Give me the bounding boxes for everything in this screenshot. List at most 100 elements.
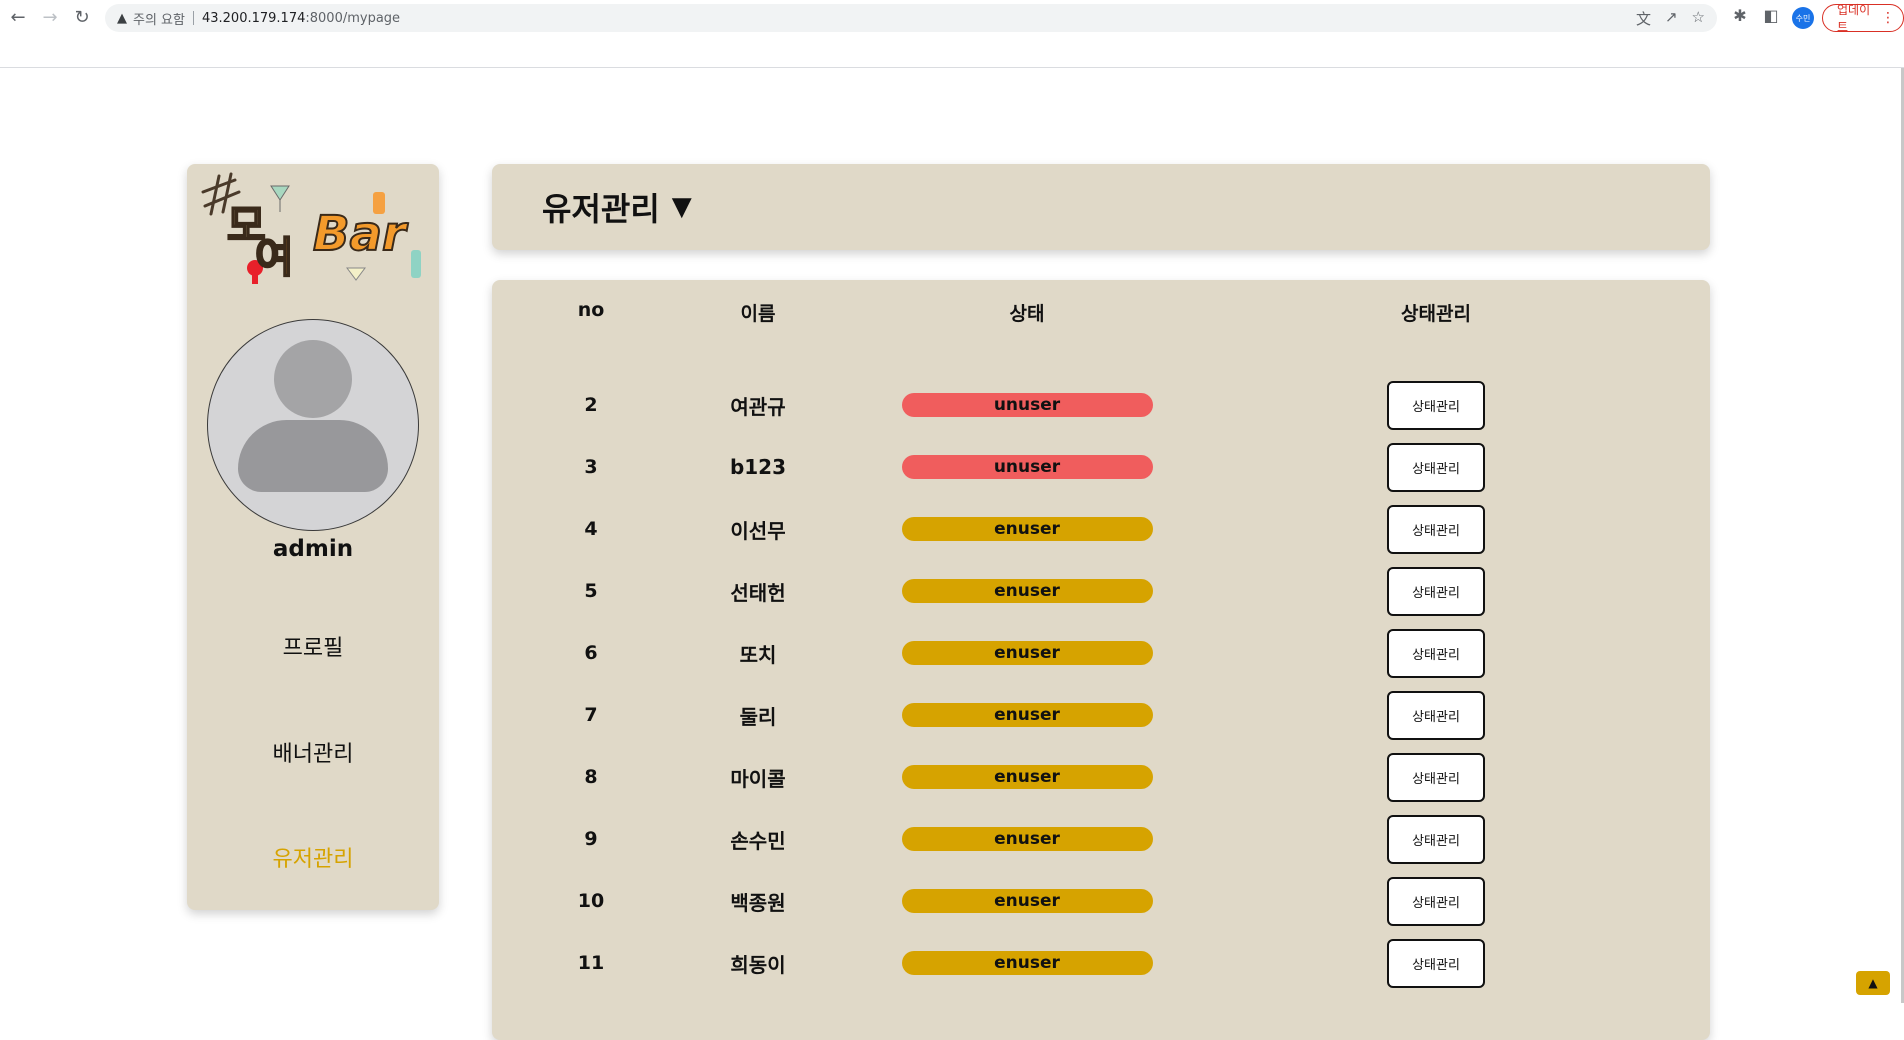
row-manage-cell: 상태관리 [1386,690,1486,740]
column-header-manage: 상태관리 [1401,303,1471,325]
table-row: 4 이선무 enuser 상태관리 [492,504,1710,556]
sidebar: 모 여 Bar admin 프로필 배너관리 유저관리 [187,164,439,910]
translate-icon[interactable]: 文 [1636,8,1651,29]
row-name: 또치 [739,642,777,667]
back-icon[interactable]: ← [6,6,30,30]
address-bar-actions: 文 ↗ ☆ [1636,8,1705,29]
avatar-body-shape [238,420,388,492]
row-manage-cell: 상태관리 [1386,938,1486,988]
manage-status-button[interactable]: 상태관리 [1387,628,1485,678]
row-no: 10 [577,890,605,912]
manage-status-button[interactable]: 상태관리 [1387,380,1485,430]
status-badge: unuser [901,455,1153,479]
row-state-cell: enuser [901,938,1153,988]
page-title: 유저관리 [542,190,660,228]
status-badge: enuser [901,889,1153,913]
scroll-to-top-button[interactable]: ▲ [1856,971,1890,995]
manage-status-button[interactable]: 상태관리 [1387,690,1485,740]
sidebar-item-user-management[interactable]: 유저관리 [187,841,439,873]
update-label: 업데이트 [1837,3,1871,34]
sidebar-item-banner[interactable]: 배너관리 [187,736,439,768]
row-no: 8 [584,766,598,788]
status-badge: enuser [901,517,1153,541]
column-header-name: 이름 [740,303,776,325]
row-no: 11 [577,952,605,974]
table-row: 8 마이콜 enuser 상태관리 [492,752,1710,804]
sidebar-item-profile[interactable]: 프로필 [187,630,439,662]
status-badge: enuser [901,703,1153,727]
row-state-cell: enuser [901,628,1153,678]
row-no: 2 [584,394,598,416]
row-no: 4 [584,518,598,540]
row-state-cell: enuser [901,504,1153,554]
row-state-cell: unuser [901,442,1153,492]
row-no: 3 [584,456,598,478]
address-bar[interactable]: ▲ 주의 요함 43.200.179.174:8000/mypage 文 ↗ ☆ [105,4,1717,32]
share-icon[interactable]: ↗ [1665,8,1678,29]
status-badge: enuser [901,951,1153,975]
profile-avatar[interactable]: 수민 [1792,7,1814,29]
manage-status-button[interactable]: 상태관리 [1387,566,1485,616]
row-manage-cell: 상태관리 [1386,628,1486,678]
side-panel-icon[interactable]: ◧ [1760,6,1782,25]
row-manage-cell: 상태관리 [1386,876,1486,926]
table-row: 11 희동이 enuser 상태관리 [492,938,1710,990]
svg-text:Bar: Bar [313,206,409,262]
section-title-toggle[interactable]: 유저관리 ▼ [542,184,692,230]
row-no: 6 [584,642,598,664]
table-row: 5 선태헌 enuser 상태관리 [492,566,1710,618]
row-state-cell: enuser [901,690,1153,740]
row-manage-cell: 상태관리 [1386,566,1486,616]
browser-toolbar: ← → ↻ ▲ 주의 요함 43.200.179.174:8000/mypage… [0,0,1904,68]
bookmark-star-icon[interactable]: ☆ [1692,8,1705,29]
url-host: 43.200.179.174 [201,10,306,26]
address-divider [192,11,194,25]
row-manage-cell: 상태관리 [1386,814,1486,864]
manage-status-button[interactable]: 상태관리 [1387,442,1485,492]
user-table: no 이름 상태 상태관리 2 여관규 unuser 상태관리 3 b123 u… [492,280,1710,1040]
sidebar-username: admin [272,536,354,562]
status-badge: enuser [901,827,1153,851]
avatar-head-shape [274,340,352,418]
manage-status-button[interactable]: 상태관리 [1387,752,1485,802]
section-header: 유저관리 ▼ [492,164,1710,250]
row-state-cell: unuser [901,380,1153,430]
row-state-cell: enuser [901,814,1153,864]
row-state-cell: enuser [901,752,1153,802]
menu-dots-icon: ⋮ [1881,10,1895,26]
row-manage-cell: 상태관리 [1386,442,1486,492]
row-name: 손수민 [730,828,786,853]
reload-icon[interactable]: ↻ [70,6,94,30]
row-manage-cell: 상태관리 [1386,380,1486,430]
manage-status-button[interactable]: 상태관리 [1387,814,1485,864]
status-badge: enuser [901,765,1153,789]
row-state-cell: enuser [901,876,1153,926]
status-badge: enuser [901,579,1153,603]
manage-status-button[interactable]: 상태관리 [1387,938,1485,988]
browser-update-button[interactable]: 업데이트 ⋮ [1822,3,1904,34]
row-name: 마이콜 [730,766,786,791]
table-row: 10 백종원 enuser 상태관리 [492,876,1710,928]
forward-icon[interactable]: → [38,6,62,30]
manage-status-button[interactable]: 상태관리 [1387,876,1485,926]
row-no: 9 [584,828,598,850]
row-no: 7 [584,704,598,726]
row-manage-cell: 상태관리 [1386,504,1486,554]
row-manage-cell: 상태관리 [1386,752,1486,802]
table-row: 3 b123 unuser 상태관리 [492,442,1710,494]
column-header-state: 상태 [1009,303,1045,325]
table-row: 9 손수민 enuser 상태관리 [492,814,1710,866]
extensions-icon[interactable]: ✱ [1729,6,1751,25]
status-badge: unuser [901,393,1153,417]
status-badge: enuser [901,641,1153,665]
svg-text:여: 여 [255,233,294,282]
row-name: 둘리 [739,704,777,729]
table-row: 2 여관규 unuser 상태관리 [492,380,1710,432]
caret-down-icon: ▼ [671,192,692,222]
row-name: 선태헌 [730,580,786,605]
row-name: 이선무 [730,518,786,543]
row-name: 희동이 [730,952,786,977]
table-row: 7 둘리 enuser 상태관리 [492,690,1710,742]
manage-status-button[interactable]: 상태관리 [1387,504,1485,554]
brand-logo: 모 여 Bar [201,172,421,284]
